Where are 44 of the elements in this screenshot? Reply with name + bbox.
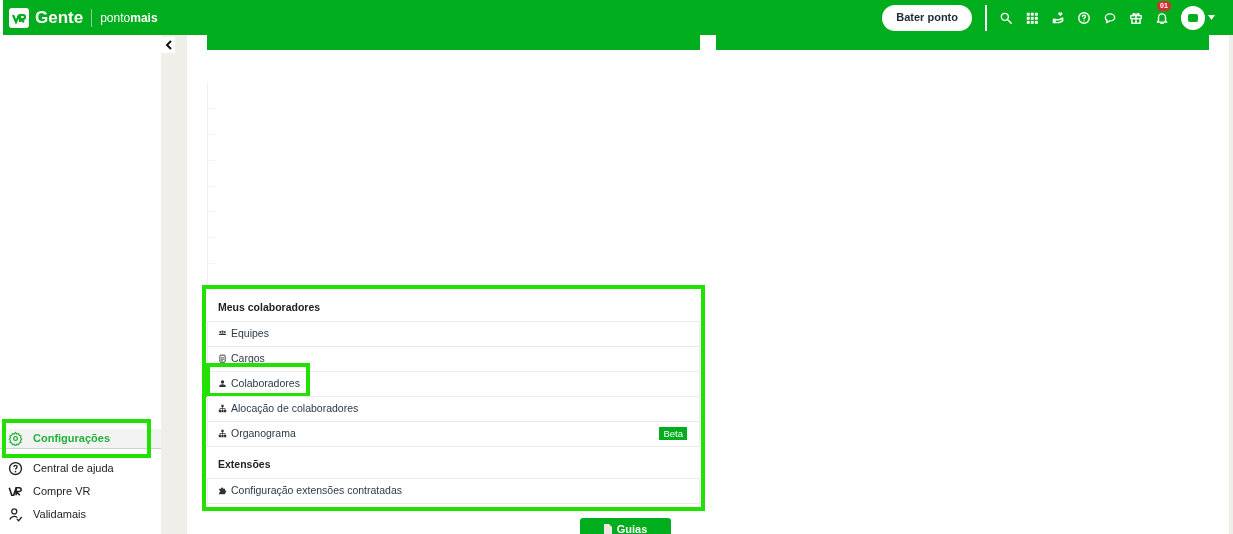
- gear-icon: [8, 431, 23, 446]
- chat-button[interactable]: [1103, 10, 1117, 25]
- bell-button[interactable]: [1155, 10, 1169, 25]
- menu-item[interactable]: Equipes: [207, 320, 700, 347]
- section-heading: Extensões: [217, 456, 272, 472]
- menu-item[interactable]: Organograma Beta: [207, 420, 700, 447]
- collapse-button[interactable]: [161, 37, 175, 53]
- clipboard-icon: [218, 354, 227, 364]
- sidebar-item[interactable]: Compre VR: [0, 480, 161, 503]
- punch-clock-button[interactable]: Bater ponto: [882, 4, 972, 31]
- chat-icon: [1103, 10, 1117, 25]
- help-button[interactable]: [1077, 10, 1091, 25]
- gift-button[interactable]: [1129, 10, 1143, 25]
- help-icon: [1077, 10, 1091, 25]
- menu-item[interactable]: Cargos: [207, 345, 700, 372]
- avatar-button[interactable]: [1181, 5, 1215, 30]
- caret-icon: [1208, 15, 1215, 20]
- sidebar-item[interactable]: Validamais: [0, 503, 161, 526]
- hand-heart-button[interactable]: [1051, 10, 1065, 25]
- beta-badge: Beta: [659, 427, 687, 441]
- help-icon: [8, 461, 23, 476]
- user-check-icon: [8, 507, 23, 522]
- section-heading: Meus colaboradores: [217, 300, 322, 315]
- vr-logo-icon: [8, 484, 23, 499]
- grid-button[interactable]: [1025, 10, 1039, 25]
- hierarchy-icon: [218, 404, 227, 414]
- user-icon: [218, 379, 227, 389]
- hand-heart-icon: [1051, 10, 1065, 25]
- grid-icon: [1025, 10, 1039, 25]
- search-icon: [999, 10, 1013, 25]
- search-button[interactable]: [999, 10, 1013, 25]
- menu-item[interactable]: Configuração extensões contratadas: [207, 477, 700, 504]
- menu-item[interactable]: Alocação de colaboradores: [207, 395, 700, 422]
- gift-icon: [1129, 10, 1143, 25]
- hierarchy-icon: [218, 429, 227, 439]
- avatar-icon: [1181, 5, 1205, 30]
- document-icon: [603, 524, 612, 534]
- app-name: Gente: [35, 6, 84, 29]
- brand-name: pontomais: [100, 9, 158, 27]
- logo-icon: [9, 7, 29, 28]
- bell-icon: [1155, 10, 1169, 25]
- sidebar-item[interactable]: Central de ajuda: [0, 457, 161, 480]
- puzzle-icon: [218, 486, 227, 495]
- chevron-left-icon: [164, 40, 172, 50]
